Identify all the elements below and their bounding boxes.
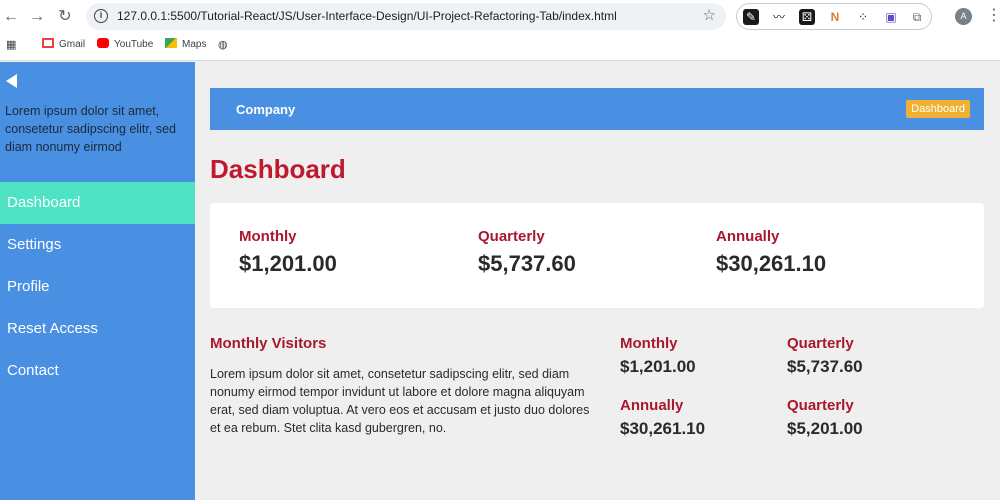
extensions-puzzle-icon[interactable]: ⧉ bbox=[909, 9, 925, 25]
browser-chrome: ← → ↻ i 127.0.0.1:5500/Tutorial-React/JS… bbox=[0, 0, 1000, 61]
mini-stat-monthly: Monthly $1,201.00 bbox=[620, 335, 696, 377]
company-name[interactable]: Company bbox=[236, 102, 295, 117]
stat-quarterly: Quarterly $5,737.60 bbox=[478, 228, 576, 277]
page-title: Dashboard bbox=[210, 154, 346, 184]
extension-flag-icon[interactable]: ▣ bbox=[883, 9, 899, 25]
mini-stat-label: Quarterly bbox=[787, 335, 854, 352]
profile-avatar[interactable]: A bbox=[955, 8, 972, 25]
sidebar-item-contact[interactable]: Contact bbox=[0, 350, 195, 392]
sidebar-item-dashboard[interactable]: Dashboard bbox=[0, 182, 195, 224]
mini-stat-value: $5,737.60 bbox=[787, 357, 863, 376]
stat-label: Quarterly bbox=[478, 228, 545, 245]
sidebar-item-reset-access[interactable]: Reset Access bbox=[0, 308, 195, 350]
address-bar[interactable]: i 127.0.0.1:5500/Tutorial-React/JS/User-… bbox=[86, 3, 726, 30]
sidebar-blurb: Lorem ipsum dolor sit amet, consetetur s… bbox=[5, 104, 176, 154]
visitors-text: Lorem ipsum dolor sit amet, consetetur s… bbox=[210, 367, 590, 435]
url-text[interactable]: 127.0.0.1:5500/Tutorial-React/JS/User-In… bbox=[117, 9, 617, 23]
browser-menu-icon[interactable]: ⋮ bbox=[986, 5, 1000, 25]
back-triangle-icon[interactable] bbox=[6, 74, 17, 88]
stat-value: $5,737.60 bbox=[478, 251, 576, 276]
visitors-title: Monthly Visitors bbox=[210, 335, 327, 352]
maps-icon bbox=[165, 38, 177, 48]
stat-label: Annually bbox=[716, 228, 780, 245]
extension-wave-icon[interactable]: 〰 bbox=[771, 9, 787, 25]
mini-stat-label: Monthly bbox=[620, 335, 678, 352]
top-bar: Company Dashboard bbox=[210, 88, 984, 130]
apps-grid-icon[interactable]: ▦ bbox=[6, 38, 16, 51]
bookmark-star-icon[interactable]: ☆ bbox=[703, 6, 716, 24]
bookmarks-bar: ▦ Gmail YouTube Maps ◍ bbox=[0, 36, 1000, 54]
mini-stat-label: Quarterly bbox=[787, 397, 854, 414]
mini-stat-value: $1,201.00 bbox=[620, 357, 696, 376]
stat-annually: Annually $30,261.10 bbox=[716, 228, 826, 277]
mini-stat-quarterly-2: Quarterly $5,201.00 bbox=[787, 397, 863, 439]
sidebar-item-profile[interactable]: Profile bbox=[0, 266, 195, 308]
mini-stat-quarterly: Quarterly $5,737.60 bbox=[787, 335, 863, 377]
extension-pen-icon[interactable]: ✎ bbox=[743, 9, 759, 25]
stats-card: Monthly $1,201.00 Quarterly $5,737.60 An… bbox=[210, 203, 984, 308]
stat-label: Monthly bbox=[239, 228, 297, 245]
site-info-icon[interactable]: i bbox=[94, 9, 108, 23]
forward-arrow-icon[interactable]: → bbox=[26, 6, 48, 28]
globe-icon[interactable]: ◍ bbox=[218, 38, 228, 51]
stat-value: $1,201.00 bbox=[239, 251, 337, 276]
mini-stat-label: Annually bbox=[620, 397, 684, 414]
mini-stat-value: $5,201.00 bbox=[787, 419, 863, 438]
bookmark-youtube[interactable]: YouTube bbox=[97, 38, 153, 50]
reload-icon[interactable]: ↻ bbox=[54, 6, 76, 28]
back-arrow-icon[interactable]: ← bbox=[0, 6, 22, 28]
extensions-toolbar: ✎ 〰 ⚄ N ⁘ ▣ ⧉ bbox=[736, 3, 932, 30]
dashboard-badge[interactable]: Dashboard bbox=[906, 100, 970, 118]
sidebar-item-settings[interactable]: Settings bbox=[0, 224, 195, 266]
stat-value: $30,261.10 bbox=[716, 251, 827, 276]
stat-monthly: Monthly $1,201.00 bbox=[239, 228, 337, 277]
extension-n-icon[interactable]: N bbox=[827, 9, 843, 25]
bookmark-gmail[interactable]: Gmail bbox=[42, 38, 85, 50]
mini-stat-annually: Annually $30,261.10 bbox=[620, 397, 705, 439]
bookmark-maps[interactable]: Maps bbox=[165, 38, 206, 50]
mini-stat-value: $30,261.10 bbox=[620, 419, 706, 438]
gmail-icon bbox=[42, 38, 54, 48]
youtube-icon bbox=[97, 38, 109, 48]
sidebar-menu: Dashboard Settings Profile Reset Access … bbox=[0, 182, 195, 392]
main-content: Company Dashboard Dashboard Monthly $1,2… bbox=[195, 62, 1000, 500]
extension-dice-icon[interactable]: ⚄ bbox=[799, 9, 815, 25]
extension-dots-icon[interactable]: ⁘ bbox=[855, 9, 871, 25]
sidebar: Lorem ipsum dolor sit amet, consetetur s… bbox=[0, 62, 195, 500]
